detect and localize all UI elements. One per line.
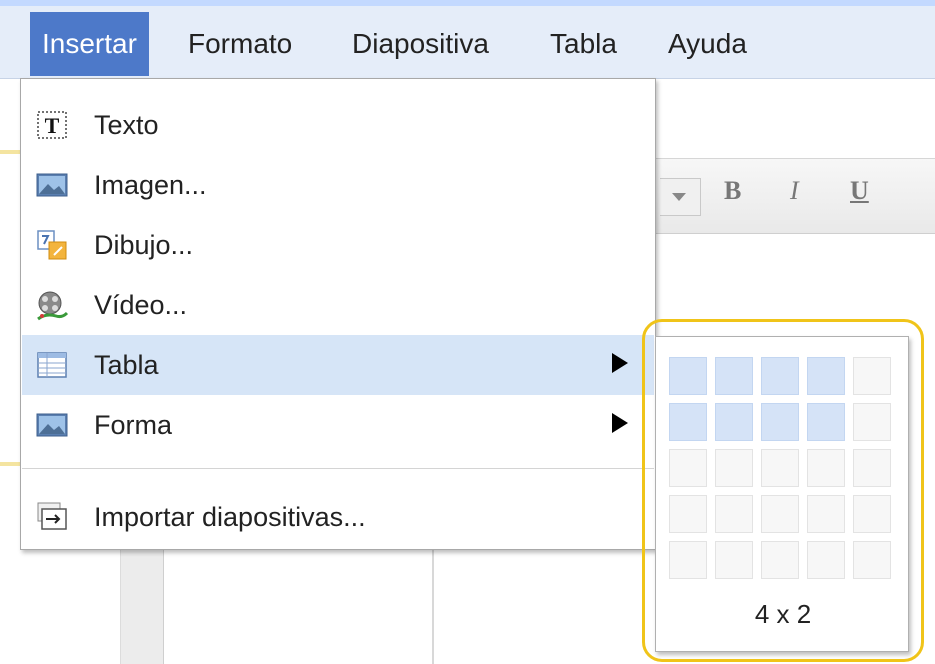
- menu-separator: [22, 468, 654, 469]
- menu-item-label: Importar diapositivas...: [94, 502, 366, 532]
- menu-item-label: Texto: [94, 110, 159, 140]
- menu-formato[interactable]: Formato: [176, 12, 304, 76]
- menu-tabla[interactable]: Tabla: [538, 12, 629, 76]
- background-marker: [0, 462, 22, 466]
- table-grid-cell[interactable]: [807, 495, 845, 533]
- video-reel-icon: [37, 291, 68, 321]
- background-marker: [0, 150, 22, 154]
- menu-item-imagen[interactable]: Imagen...: [22, 155, 654, 215]
- menu-item-label: Dibujo...: [94, 230, 194, 260]
- table-grid-cell[interactable]: [761, 357, 799, 395]
- menu-item-label: Vídeo...: [94, 290, 188, 320]
- table-grid-cell[interactable]: [669, 357, 707, 395]
- import-slides-icon: [37, 502, 67, 530]
- table-grid-cell[interactable]: [853, 357, 891, 395]
- menu-item-dibujo[interactable]: Dibujo...: [22, 215, 654, 275]
- menu-item-label: Tabla: [94, 350, 159, 380]
- table-grid-cell[interactable]: [761, 541, 799, 579]
- table-grid-cell[interactable]: [807, 403, 845, 441]
- italic-button[interactable]: I: [790, 176, 799, 206]
- table-grid-cell[interactable]: [761, 403, 799, 441]
- table-grid-cell[interactable]: [853, 449, 891, 487]
- table-grid-cell[interactable]: [853, 495, 891, 533]
- table-grid-cell[interactable]: [669, 403, 707, 441]
- table-size-picker: 4 x 2: [655, 336, 909, 652]
- text-box-icon: T: [37, 111, 67, 139]
- table-grid-cell[interactable]: [669, 449, 707, 487]
- table-grid-cell[interactable]: [715, 495, 753, 533]
- table-icon: [37, 352, 67, 378]
- chevron-down-icon: [672, 193, 686, 201]
- table-grid-cell[interactable]: [761, 449, 799, 487]
- menu-item-importar-diapositivas[interactable]: Importar diapositivas...: [22, 487, 654, 547]
- table-grid-cell[interactable]: [853, 541, 891, 579]
- submenu-arrow-icon: [612, 353, 628, 373]
- menu-insertar[interactable]: Insertar: [30, 12, 149, 76]
- bold-button[interactable]: B: [724, 176, 741, 206]
- shape-icon: [36, 413, 68, 437]
- menu-item-tabla[interactable]: Tabla: [22, 335, 654, 395]
- insert-menu-dropdown: T Texto Imagen... Dibujo... Vídeo... Tab…: [20, 78, 656, 550]
- menu-item-video[interactable]: Vídeo...: [22, 275, 654, 335]
- table-grid-cell[interactable]: [715, 449, 753, 487]
- menu-item-label: Forma: [94, 410, 173, 440]
- table-grid-cell[interactable]: [807, 541, 845, 579]
- menu-diapositiva[interactable]: Diapositiva: [340, 12, 501, 76]
- menu-item-forma[interactable]: Forma: [22, 395, 654, 455]
- table-grid-cell[interactable]: [807, 357, 845, 395]
- table-grid-cell[interactable]: [669, 495, 707, 533]
- table-grid-cell[interactable]: [715, 357, 753, 395]
- menu-ayuda[interactable]: Ayuda: [656, 12, 759, 76]
- table-grid-cell[interactable]: [807, 449, 845, 487]
- menu-item-texto[interactable]: T Texto: [22, 95, 654, 155]
- table-grid-cell[interactable]: [853, 403, 891, 441]
- menu-item-label: Imagen...: [94, 170, 207, 200]
- svg-text:T: T: [45, 113, 60, 138]
- image-icon: [36, 173, 68, 197]
- menu-bar: Insertar Formato Diapositiva Tabla Ayuda: [0, 6, 935, 79]
- drawing-icon: [37, 230, 67, 260]
- underline-button[interactable]: U: [850, 176, 869, 206]
- table-grid-cell[interactable]: [669, 541, 707, 579]
- table-grid-cell[interactable]: [715, 403, 753, 441]
- table-size-label: 4 x 2: [754, 599, 812, 629]
- table-grid-cell[interactable]: [715, 541, 753, 579]
- table-grid-cell[interactable]: [761, 495, 799, 533]
- submenu-arrow-icon: [612, 413, 628, 433]
